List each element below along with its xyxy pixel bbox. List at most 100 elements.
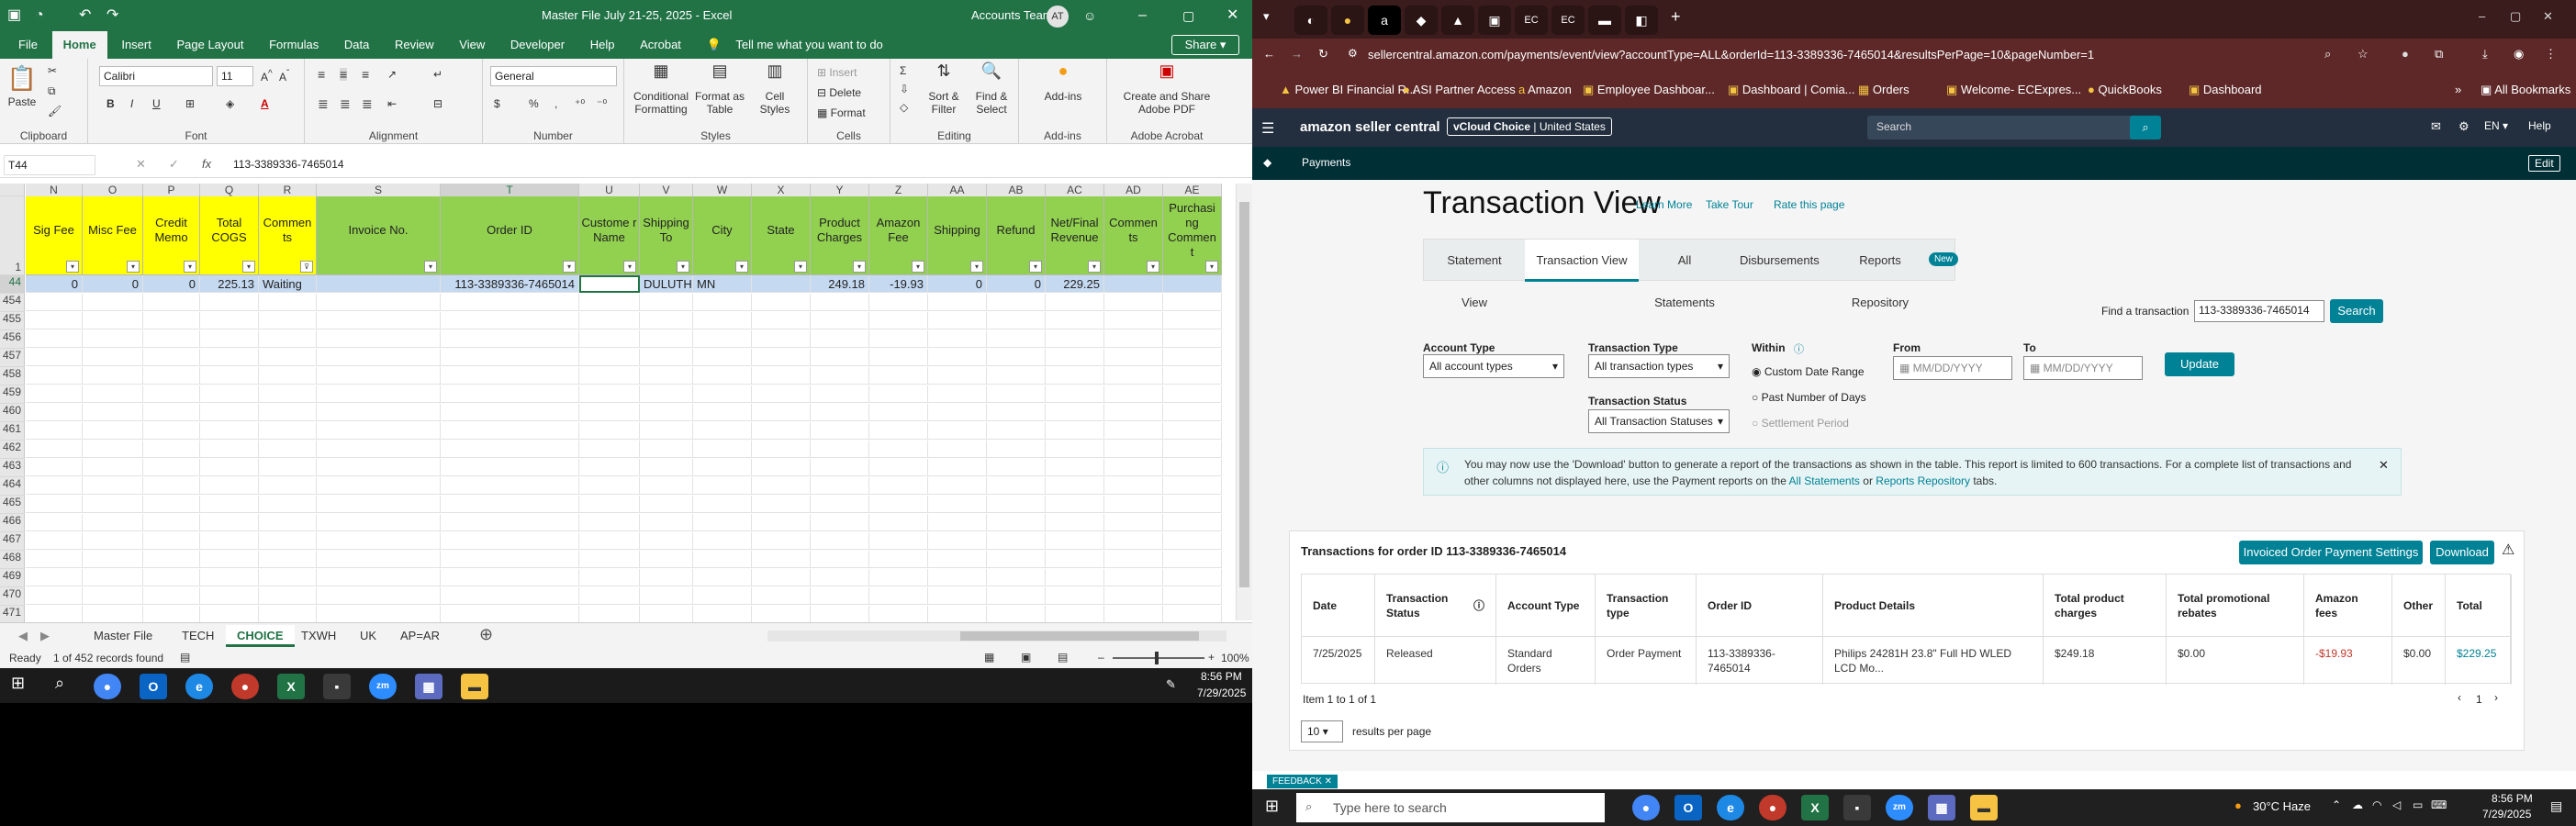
filter-dropdown-icon[interactable]: ▾ <box>127 261 140 273</box>
cell[interactable] <box>441 587 579 605</box>
horizontal-scrollbar[interactable] <box>767 631 1226 642</box>
cell[interactable] <box>579 587 640 605</box>
cell[interactable] <box>693 294 752 311</box>
cell[interactable] <box>693 477 752 495</box>
fill-icon[interactable]: ⇩ <box>900 83 909 95</box>
font-name-select[interactable]: Calibri <box>99 66 213 86</box>
tab-statement-view[interactable]: Statement View <box>1424 240 1525 309</box>
select-all-corner[interactable] <box>0 184 25 196</box>
cell[interactable] <box>987 551 1046 568</box>
tab-transaction-view[interactable]: Transaction View <box>1525 240 1639 282</box>
terminal-icon-right[interactable]: ▪ <box>1843 795 1871 820</box>
cell[interactable] <box>869 587 928 605</box>
cell[interactable] <box>83 294 143 311</box>
table-header-cell[interactable]: City ▾ <box>693 196 752 275</box>
bookmark-item[interactable]: ● QuickBooks <box>2088 83 2162 96</box>
cell[interactable] <box>752 514 811 531</box>
create-pdf-button[interactable]: Create and Share Adobe PDF <box>1116 90 1217 116</box>
cell[interactable] <box>811 385 869 403</box>
avatar[interactable]: AT <box>1047 6 1069 28</box>
terminal-icon[interactable]: ▪ <box>323 674 351 699</box>
cell[interactable] <box>143 514 200 531</box>
cell[interactable] <box>26 514 83 531</box>
row-number[interactable]: 464 <box>0 477 25 496</box>
cell[interactable] <box>693 312 752 329</box>
cell[interactable] <box>143 294 200 311</box>
filter-dropdown-icon[interactable]: ▾ <box>66 261 79 273</box>
cell[interactable] <box>26 330 83 348</box>
cell[interactable] <box>928 496 987 513</box>
cell[interactable] <box>441 385 579 403</box>
browser-minimize-icon[interactable]: – <box>2479 9 2485 23</box>
radio-custom-date[interactable]: ◉ Custom Date Range <box>1752 365 1865 378</box>
tab-developer[interactable]: Developer <box>499 31 576 59</box>
page-number[interactable]: 1 <box>2476 693 2482 706</box>
language-select[interactable]: EN ▾ <box>2484 119 2508 132</box>
cell[interactable] <box>640 441 693 458</box>
column-header[interactable]: U <box>579 184 640 196</box>
cell[interactable] <box>752 367 811 385</box>
cell[interactable] <box>640 404 693 421</box>
cell[interactable] <box>1163 294 1222 311</box>
cell[interactable] <box>811 551 869 568</box>
download-icon[interactable]: ⤓ <box>2482 47 2488 61</box>
cell[interactable] <box>579 349 640 366</box>
cell-styles-button[interactable]: Cell Styles <box>749 90 801 116</box>
cell[interactable] <box>317 404 441 421</box>
cell[interactable] <box>143 330 200 348</box>
cell[interactable] <box>1104 349 1163 366</box>
table-header[interactable]: Total product charges <box>2044 575 2167 637</box>
merge-icon[interactable]: ⊟ <box>433 97 442 110</box>
share-button[interactable]: Share ▾ <box>1171 35 1239 55</box>
cell[interactable] <box>200 496 259 513</box>
cell[interactable] <box>26 496 83 513</box>
cell[interactable] <box>200 385 259 403</box>
shrink-font-icon[interactable]: Aˇ <box>279 68 289 84</box>
format-cells-button[interactable]: ▦ Format <box>817 106 866 119</box>
bold-icon[interactable]: B <box>106 97 115 110</box>
cell[interactable] <box>869 532 928 550</box>
column-header[interactable]: AD <box>1104 184 1163 196</box>
browser-tab-amazon[interactable]: a <box>1368 6 1401 35</box>
cell[interactable] <box>869 422 928 440</box>
cell[interactable] <box>1046 532 1104 550</box>
name-box[interactable]: T44 <box>4 155 95 175</box>
cell[interactable] <box>693 404 752 421</box>
cell[interactable] <box>1163 330 1222 348</box>
cell[interactable] <box>1046 385 1104 403</box>
paste-label[interactable]: Paste <box>6 95 39 108</box>
tab-reports-repository[interactable]: Reports Repository <box>1826 240 1934 309</box>
cell[interactable] <box>441 569 579 586</box>
table-header-cell[interactable]: State ▾ <box>752 196 811 275</box>
cell[interactable] <box>1104 551 1163 568</box>
feedback-button[interactable]: FEEDBACK ✕ <box>1267 775 1338 788</box>
addins-icon[interactable]: ● <box>1028 62 1098 79</box>
cell[interactable] <box>83 606 143 623</box>
cell[interactable] <box>752 275 811 293</box>
cell[interactable] <box>579 422 640 440</box>
cell[interactable] <box>259 587 317 605</box>
cell[interactable] <box>83 330 143 348</box>
scroll-thumb[interactable] <box>1239 202 1249 587</box>
cell[interactable] <box>26 404 83 421</box>
table-header-cell[interactable]: Amazon Fee ▾ <box>869 196 928 275</box>
cell[interactable] <box>869 569 928 586</box>
cell[interactable] <box>579 294 640 311</box>
cell[interactable] <box>441 349 579 366</box>
cell[interactable] <box>1104 312 1163 329</box>
cell[interactable] <box>579 532 640 550</box>
cell[interactable] <box>1163 514 1222 531</box>
cancel-icon[interactable]: ✕ <box>136 157 146 172</box>
filter-dropdown-icon[interactable]: ▾ <box>970 261 983 273</box>
zoom-app-icon[interactable]: zm <box>369 674 397 699</box>
cell[interactable]: MN <box>693 275 752 293</box>
cell[interactable] <box>200 606 259 623</box>
info-close-icon[interactable]: ✕ <box>2379 458 2389 473</box>
align-top-icon[interactable]: ≡ <box>318 68 325 81</box>
cut-icon[interactable]: ✂ <box>48 64 57 77</box>
cell[interactable] <box>928 569 987 586</box>
cell-styles-icon[interactable]: ▥ <box>749 62 801 79</box>
cell[interactable] <box>83 349 143 366</box>
cell[interactable] <box>200 349 259 366</box>
cell[interactable] <box>259 404 317 421</box>
